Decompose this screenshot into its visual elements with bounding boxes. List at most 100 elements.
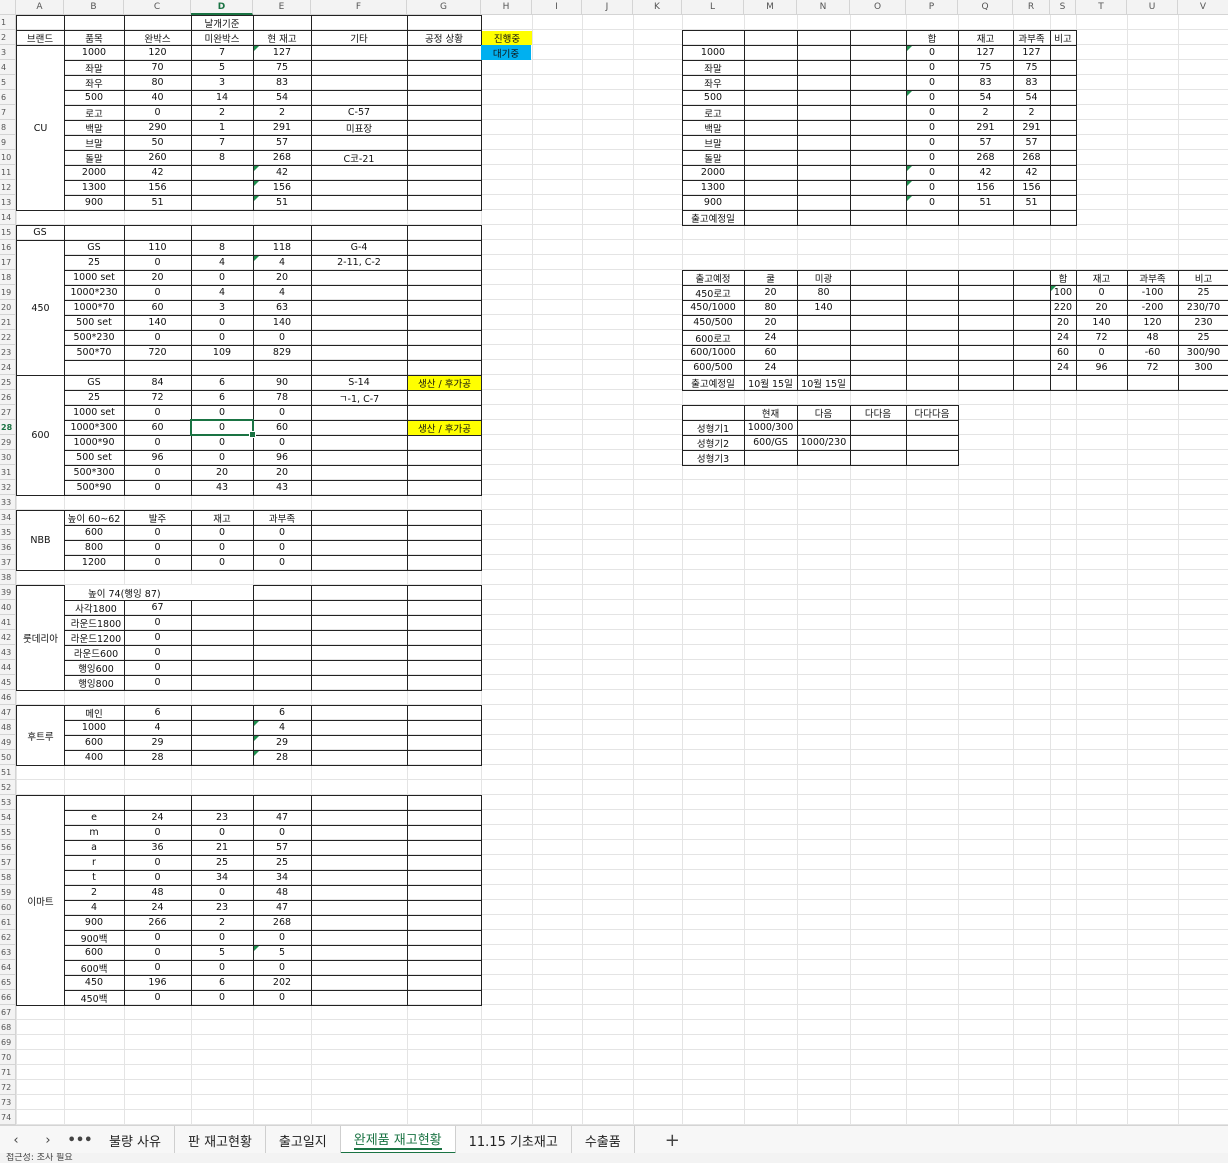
column-header-P[interactable]: P	[906, 0, 958, 15]
cell-B56[interactable]: a	[64, 840, 124, 855]
cell-B34[interactable]: 높이 60~62	[64, 510, 124, 525]
cell-C17[interactable]: 0	[124, 255, 191, 270]
accessibility-status[interactable]: 접근성: 조사 필요	[6, 1153, 73, 1163]
cell-G28[interactable]: 생산 / 후가공	[408, 421, 481, 435]
row-header[interactable]: 30	[0, 450, 16, 465]
cell-D21[interactable]: 0	[191, 315, 253, 330]
cell-L21[interactable]: 450/500	[682, 315, 744, 330]
cell-B59[interactable]: 2	[64, 885, 124, 900]
row-header[interactable]: 73	[0, 1095, 16, 1110]
row-header[interactable]: 49	[0, 735, 16, 750]
column-header-K[interactable]: K	[633, 0, 682, 15]
cell-E18[interactable]: 20	[253, 270, 311, 285]
row-header[interactable]: 35	[0, 525, 16, 540]
row-header[interactable]: 15	[0, 225, 16, 240]
row-header[interactable]: 67	[0, 1005, 16, 1020]
row-header[interactable]: 6	[0, 90, 16, 105]
cell-D34[interactable]: 재고	[191, 510, 253, 525]
row-header[interactable]: 61	[0, 915, 16, 930]
cell-C23[interactable]: 720	[124, 345, 191, 360]
cell-Q10[interactable]: 268	[958, 150, 1013, 165]
cell-E28[interactable]: 60	[253, 420, 311, 435]
cell-E17[interactable]: 4	[253, 255, 311, 270]
cell-L30[interactable]: 성형기3	[682, 450, 744, 465]
cell-D60[interactable]: 23	[191, 900, 253, 915]
cell-C58[interactable]: 0	[124, 870, 191, 885]
cell-A8[interactable]: CU	[16, 45, 65, 211]
cell-S24[interactable]: 24	[1050, 360, 1076, 375]
row-header[interactable]: 48	[0, 720, 16, 735]
cell-B58[interactable]: t	[64, 870, 124, 885]
cell-C26[interactable]: 72	[124, 390, 191, 405]
row-header[interactable]: 10	[0, 150, 16, 165]
cell-B64[interactable]: 600백	[64, 960, 124, 975]
cell-D30[interactable]: 0	[191, 450, 253, 465]
cell-U24[interactable]: 72	[1127, 360, 1178, 375]
cell-B28[interactable]: 1000*300	[64, 420, 124, 435]
cell-E64[interactable]: 0	[253, 960, 311, 975]
cell-L22[interactable]: 600로고	[682, 330, 744, 345]
cell-D6[interactable]: 14	[191, 90, 253, 105]
cell-E26[interactable]: 78	[253, 390, 311, 405]
prev-sheet-icon[interactable]: ‹	[0, 1133, 32, 1148]
cell-E31[interactable]: 20	[253, 465, 311, 480]
cell-D32[interactable]: 43	[191, 480, 253, 495]
cell-B66[interactable]: 450백	[64, 990, 124, 1005]
cell-N25[interactable]: 10월 15일	[797, 375, 850, 390]
cell-B8[interactable]: 백말	[64, 120, 124, 135]
cell-D9[interactable]: 7	[191, 135, 253, 150]
cell-U22[interactable]: 48	[1127, 330, 1178, 345]
cell-U18[interactable]: 과부족	[1127, 270, 1178, 285]
cell-C13[interactable]: 51	[124, 195, 191, 210]
cell-R11[interactable]: 42	[1013, 165, 1050, 180]
row-header[interactable]: 37	[0, 555, 16, 570]
cell-M27[interactable]: 현재	[744, 405, 797, 420]
row-header[interactable]: 21	[0, 315, 16, 330]
cell-E6[interactable]: 54	[253, 90, 311, 105]
cell-C64[interactable]: 0	[124, 960, 191, 975]
cell-P12[interactable]: 0	[906, 180, 958, 195]
cell-E48[interactable]: 4	[253, 720, 311, 735]
cell-B65[interactable]: 450	[64, 975, 124, 990]
cell-C66[interactable]: 0	[124, 990, 191, 1005]
cell-Q11[interactable]: 42	[958, 165, 1013, 180]
cell-S22[interactable]: 24	[1050, 330, 1076, 345]
cell-A20[interactable]: 450	[16, 240, 65, 376]
cell-F10[interactable]: C코-21	[311, 150, 407, 165]
cell-Q5[interactable]: 83	[958, 75, 1013, 90]
row-header[interactable]: 18	[0, 270, 16, 285]
cell-C25[interactable]: 84	[124, 375, 191, 390]
column-header-S[interactable]: S	[1050, 0, 1076, 15]
cell-P4[interactable]: 0	[906, 60, 958, 75]
cell-Q12[interactable]: 156	[958, 180, 1013, 195]
row-header[interactable]: 38	[0, 570, 16, 585]
cell-C55[interactable]: 0	[124, 825, 191, 840]
cell-D63[interactable]: 5	[191, 945, 253, 960]
cell-C47[interactable]: 6	[124, 705, 191, 720]
sheet-tab[interactable]: 불량 사유	[96, 1126, 175, 1154]
row-header[interactable]: 64	[0, 960, 16, 975]
cell-P11[interactable]: 0	[906, 165, 958, 180]
cell-M29[interactable]: 600/GS	[744, 435, 797, 450]
cell-L10[interactable]: 돌말	[682, 150, 744, 165]
row-header[interactable]: 71	[0, 1065, 16, 1080]
cell-B63[interactable]: 600	[64, 945, 124, 960]
cell-P2[interactable]: 합	[906, 30, 958, 45]
row-header[interactable]: 25	[0, 375, 16, 390]
cell-B5[interactable]: 좌우	[64, 75, 124, 90]
cell-L19[interactable]: 450로고	[682, 285, 744, 300]
cell-L7[interactable]: 로고	[682, 105, 744, 120]
cell-B32[interactable]: 500*90	[64, 480, 124, 495]
cell-C36[interactable]: 0	[124, 540, 191, 555]
column-header-G[interactable]: G	[407, 0, 481, 15]
cell-D17[interactable]: 4	[191, 255, 253, 270]
cell-E57[interactable]: 25	[253, 855, 311, 870]
cell-C10[interactable]: 260	[124, 150, 191, 165]
cell-A42[interactable]: 룻데리아	[16, 585, 65, 691]
cell-D29[interactable]: 0	[191, 435, 253, 450]
row-header[interactable]: 12	[0, 180, 16, 195]
cell-B26[interactable]: 25	[64, 390, 124, 405]
row-header[interactable]: 28	[0, 420, 16, 435]
cell-E61[interactable]: 268	[253, 915, 311, 930]
selected-cell-D28[interactable]	[190, 419, 256, 438]
